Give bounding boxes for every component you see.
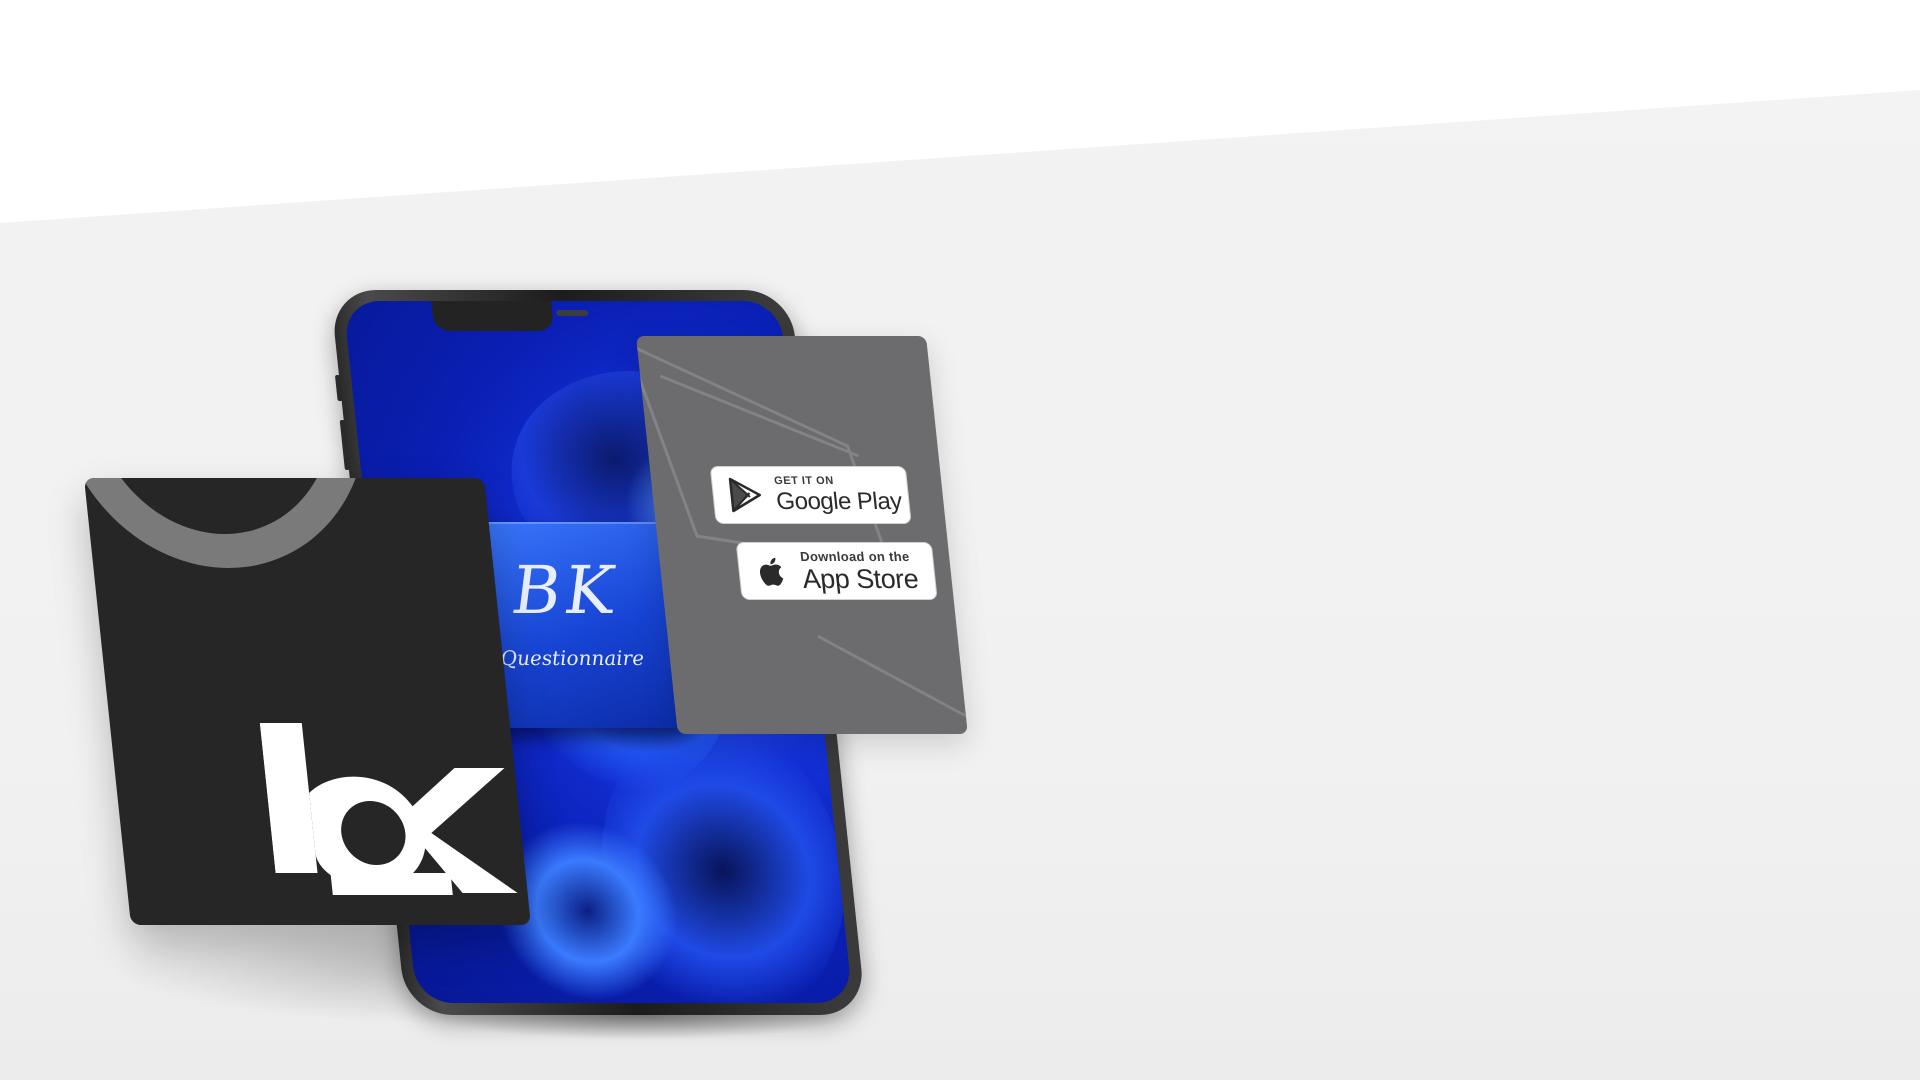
apple-icon (759, 557, 784, 586)
store-card-decoration (636, 341, 967, 718)
app-store-badge[interactable]: Download on the App Store (735, 542, 938, 600)
google-play-small-text: GET IT ON (773, 475, 835, 487)
bk-logo-icon (259, 723, 518, 895)
app-icon-title: BK (509, 552, 622, 629)
logo-arc (84, 478, 384, 568)
google-play-label: Google Play (774, 488, 904, 515)
phone-speaker (556, 310, 589, 316)
app-store-small-text: Download on the (799, 548, 911, 564)
bk-logo-card (84, 478, 531, 925)
google-play-badge[interactable]: GET IT ON Google Play (709, 466, 912, 524)
app-store-label: App Store (800, 563, 920, 594)
store-links-card: GET IT ON Google Play Download on the Ap… (636, 336, 968, 734)
phone-notch (431, 301, 589, 331)
google-play-icon (728, 477, 761, 513)
